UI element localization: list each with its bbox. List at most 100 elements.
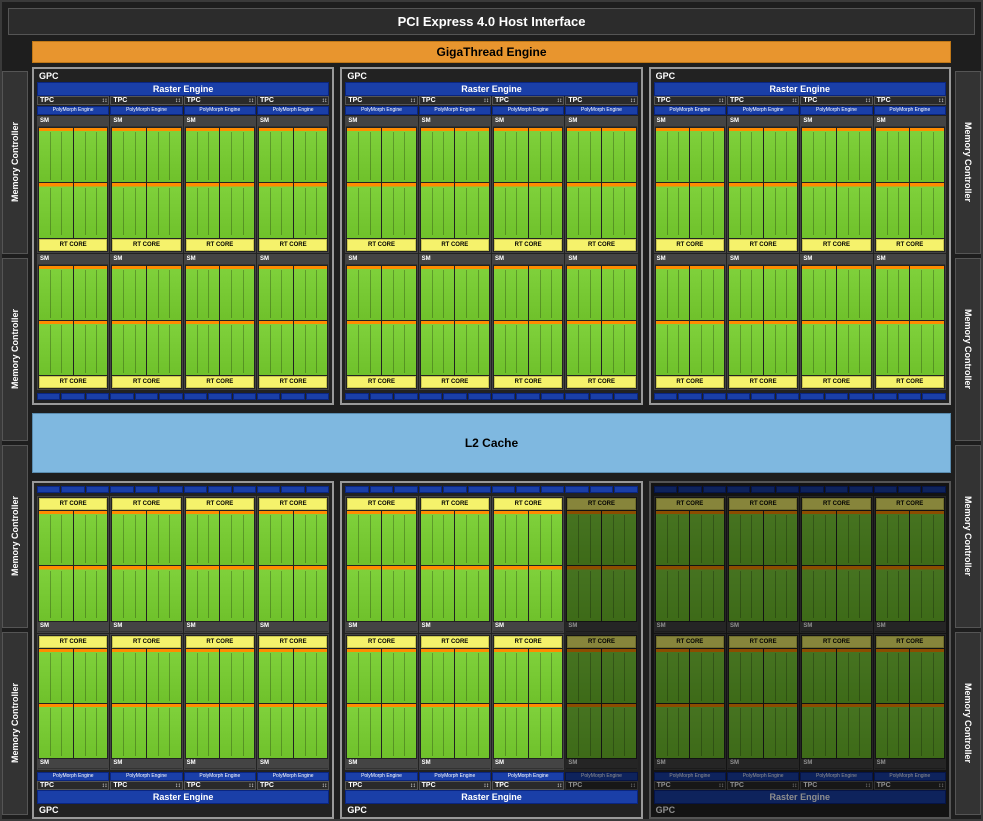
core-row bbox=[802, 266, 870, 320]
sm-body: RT CORE bbox=[38, 635, 108, 760]
tpc-label: TPC↕ ↕ bbox=[184, 96, 256, 105]
tpc-label: TPC↕ ↕ bbox=[37, 96, 109, 105]
sm-label: SM bbox=[655, 117, 725, 127]
core-row bbox=[259, 321, 327, 375]
sm-body: RT CORE bbox=[346, 127, 416, 252]
polymorph-engine: PolyMorph Engine bbox=[419, 772, 491, 781]
cuda-core-block bbox=[382, 511, 416, 565]
cuda-core-block bbox=[186, 128, 220, 182]
sm-body: RT CORE bbox=[728, 127, 798, 252]
core-row bbox=[876, 511, 944, 565]
sm-label: SM bbox=[655, 255, 725, 265]
cuda-core-block bbox=[802, 704, 836, 758]
tpc-header-row: TPC↕ ↕PolyMorph EngineTPC↕ ↕PolyMorph En… bbox=[37, 96, 329, 115]
cuda-core-block bbox=[567, 128, 601, 182]
memory-controller: Memory Controller bbox=[2, 71, 28, 254]
gpu-block-diagram: PCI Express 4.0 Host Interface GigaThrea… bbox=[0, 0, 983, 821]
cuda-core-block bbox=[347, 511, 381, 565]
rt-core: RT CORE bbox=[186, 239, 254, 251]
cuda-core-block bbox=[294, 321, 328, 375]
cuda-core-block bbox=[567, 321, 601, 375]
tpc: PolyMorph EngineTPC↕ ↕ bbox=[184, 771, 256, 790]
bluebar-segment bbox=[159, 486, 182, 493]
polymorph-engine: PolyMorph Engine bbox=[727, 106, 799, 115]
sm-block: SMRT CORE bbox=[654, 116, 726, 253]
core-row bbox=[39, 321, 107, 375]
polymorph-engine: PolyMorph Engine bbox=[257, 772, 329, 781]
cuda-core-block bbox=[421, 704, 455, 758]
sm-body: RT CORE bbox=[655, 265, 725, 390]
core-row bbox=[421, 128, 489, 182]
cuda-core-block bbox=[74, 321, 108, 375]
bluebar-segment bbox=[654, 393, 677, 400]
gpc-row-top: GPCRaster EngineTPC↕ ↕PolyMorph EngineTP… bbox=[32, 67, 951, 405]
sm-block: SMRT CORE bbox=[565, 116, 637, 253]
cuda-core-block bbox=[494, 128, 528, 182]
sm-block: SMRT CORE bbox=[345, 116, 417, 253]
cuda-core-block bbox=[690, 183, 724, 237]
polymorph-engine: PolyMorph Engine bbox=[419, 106, 491, 115]
core-row bbox=[186, 128, 254, 182]
memory-controller: Memory Controller bbox=[955, 71, 981, 254]
cuda-core-block bbox=[764, 266, 798, 320]
sm-body: RT CORE bbox=[111, 127, 181, 252]
core-row bbox=[656, 511, 724, 565]
sm-body: RT CORE bbox=[728, 497, 798, 622]
cuda-core-block bbox=[455, 128, 489, 182]
sm-label: SM bbox=[728, 622, 798, 632]
core-row bbox=[494, 704, 562, 758]
sm-body: RT CORE bbox=[346, 265, 416, 390]
core-row bbox=[39, 566, 107, 620]
core-row bbox=[186, 183, 254, 237]
cuda-core-block bbox=[602, 511, 636, 565]
tpc: TPC↕ ↕PolyMorph Engine bbox=[184, 96, 256, 115]
polymorph-engine: PolyMorph Engine bbox=[110, 106, 182, 115]
gpc-label: GPC bbox=[343, 70, 639, 82]
cuda-core-block bbox=[74, 649, 108, 703]
bluebar-segment bbox=[37, 393, 60, 400]
core-row bbox=[494, 649, 562, 703]
cuda-core-block bbox=[294, 183, 328, 237]
arrows-icon: ↕ ↕ bbox=[102, 783, 107, 789]
cuda-core-block bbox=[494, 511, 528, 565]
core-row bbox=[112, 266, 180, 320]
sm-grid: SMRT CORESMRT CORESMRT CORESMRT CORESMRT… bbox=[654, 116, 946, 390]
bluebar-segment bbox=[257, 393, 280, 400]
sm-block: SMRT CORE bbox=[492, 254, 564, 391]
sm-body: RT CORE bbox=[493, 265, 563, 390]
tpc-label: TPC↕ ↕ bbox=[257, 781, 329, 790]
sm-label: SM bbox=[38, 622, 108, 632]
core-row bbox=[729, 321, 797, 375]
core-row bbox=[656, 321, 724, 375]
l2-cache: L2 Cache bbox=[32, 413, 951, 473]
sm-label: SM bbox=[38, 255, 108, 265]
cuda-core-block bbox=[421, 266, 455, 320]
cuda-core-block bbox=[529, 566, 563, 620]
cuda-core-block bbox=[186, 321, 220, 375]
cuda-core-block bbox=[837, 511, 871, 565]
polymorph-engine: PolyMorph Engine bbox=[37, 106, 109, 115]
core-row bbox=[729, 266, 797, 320]
arrows-icon: ↕ ↕ bbox=[865, 783, 870, 789]
bluebar-segment bbox=[281, 393, 304, 400]
cuda-core-block bbox=[186, 566, 220, 620]
cuda-core-block bbox=[294, 566, 328, 620]
register-file-bar bbox=[37, 393, 329, 400]
sm-label: SM bbox=[728, 759, 798, 769]
sm-block: SMRT CORE bbox=[184, 634, 256, 771]
tpc-label: TPC↕ ↕ bbox=[654, 96, 726, 105]
sm-body: RT CORE bbox=[566, 265, 636, 390]
polymorph-engine: PolyMorph Engine bbox=[800, 772, 872, 781]
tpc-label: TPC↕ ↕ bbox=[727, 96, 799, 105]
cuda-core-block bbox=[567, 511, 601, 565]
tpc: TPC↕ ↕PolyMorph Engine bbox=[727, 96, 799, 115]
sm-row: SMRT CORESMRT CORESMRT CORESMRT CORE bbox=[345, 496, 637, 633]
core-row bbox=[259, 704, 327, 758]
raster-engine: Raster Engine bbox=[345, 790, 637, 804]
core-row bbox=[112, 321, 180, 375]
sm-label: SM bbox=[655, 622, 725, 632]
arrows-icon: ↕ ↕ bbox=[410, 98, 415, 104]
sm-body: RT CORE bbox=[801, 265, 871, 390]
sm-label: SM bbox=[346, 255, 416, 265]
cuda-core-block bbox=[74, 128, 108, 182]
